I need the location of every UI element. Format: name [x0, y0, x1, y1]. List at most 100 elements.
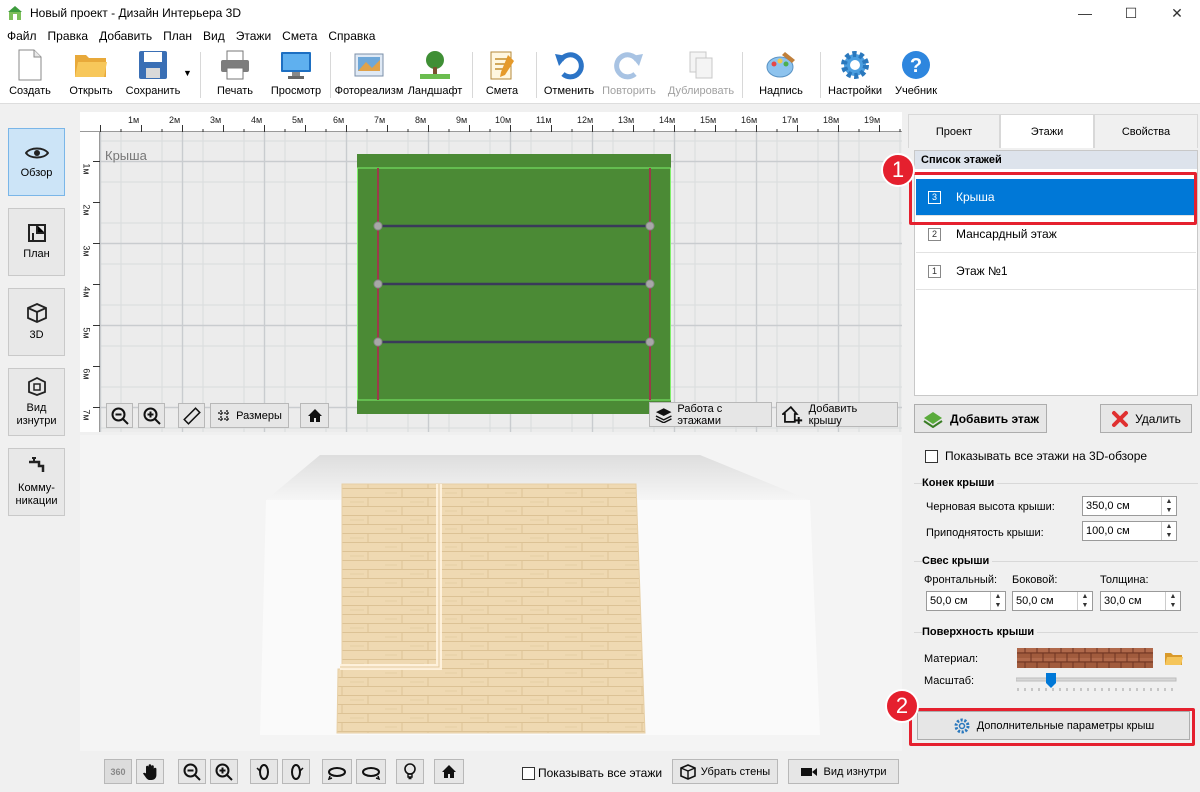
nav-3d[interactable]: 3D	[8, 288, 65, 356]
menu-floors[interactable]: Этажи	[231, 29, 277, 43]
thickness-input[interactable]: 30,0 см ▲ ▼	[1100, 591, 1181, 611]
rotate-left-button[interactable]	[250, 759, 278, 784]
roof-overhang-group: Свес крыши Фронтальный: Боковой: Толщина…	[914, 555, 1198, 623]
zoom-in-button[interactable]	[138, 403, 165, 428]
nav-inside-view[interactable]: Вид изнутри	[8, 368, 65, 436]
preview-button[interactable]: Просмотр	[270, 48, 322, 102]
tab-floors[interactable]: Этажи	[1000, 114, 1094, 148]
floors-work-button[interactable]: Работа с этажами	[649, 402, 772, 427]
zoom-out-3d-button[interactable]	[178, 759, 206, 784]
tilt-down-button[interactable]	[356, 759, 386, 784]
tilt-down-icon	[362, 766, 381, 780]
roof-plan[interactable]	[357, 154, 672, 416]
photoreal-button[interactable]: Фотореализм	[335, 48, 403, 102]
faucet-icon	[28, 457, 44, 472]
menu-help[interactable]: Справка	[323, 29, 381, 43]
floppy-icon	[139, 51, 167, 79]
ruler-left-tick: 2м	[81, 204, 92, 216]
redo-button[interactable]: Повторить	[602, 48, 656, 102]
close-button[interactable]: ✕	[1154, 0, 1200, 26]
tab-properties[interactable]: Свойства	[1094, 114, 1198, 148]
create-button[interactable]: Создать	[8, 48, 52, 102]
zoom-in-3d-button[interactable]	[210, 759, 238, 784]
settings-button[interactable]: Настройки	[826, 48, 884, 102]
menu-plan[interactable]: План	[158, 29, 198, 43]
minimize-button[interactable]: —	[1062, 0, 1108, 26]
undo-button[interactable]: Отменить	[543, 48, 595, 102]
zoom-out-button[interactable]	[106, 403, 133, 428]
label-button[interactable]: Надпись	[757, 48, 805, 102]
spinner-arrows-icon[interactable]: ▲ ▼	[1161, 497, 1176, 515]
menu-add[interactable]: Добавить	[94, 29, 158, 43]
toolbar: Создать Открыть Сохранить ▼ Печать Просм…	[0, 46, 1200, 104]
estimate-button[interactable]: Смета	[482, 48, 522, 102]
nav-communications[interactable]: Комму- никации	[8, 448, 65, 516]
save-dropdown-icon[interactable]: ▼	[183, 68, 192, 78]
roof-tile-material-swatch[interactable]	[1017, 648, 1153, 668]
rotate-360-button[interactable]: 360	[104, 759, 132, 784]
front-overhang-input[interactable]: 50,0 см ▲ ▼	[926, 591, 1006, 611]
inside-view-button[interactable]: Вид изнутри	[788, 759, 899, 784]
room-icon	[27, 376, 46, 396]
tilt-up-button[interactable]	[322, 759, 352, 784]
scale-slider[interactable]	[1016, 673, 1178, 697]
sizes-button[interactable]: Размеры	[210, 403, 289, 428]
view-3d[interactable]	[80, 435, 902, 751]
landscape-button[interactable]: Ландшафт	[408, 48, 462, 102]
menu-file[interactable]: Файл	[2, 29, 43, 43]
hand-icon	[143, 763, 157, 780]
save-label: Сохранить	[125, 85, 181, 97]
nav-plan[interactable]: План	[8, 208, 65, 276]
side-overhang-input[interactable]: 50,0 см ▲ ▼	[1012, 591, 1093, 611]
tutorial-button[interactable]: ? Учебник	[892, 48, 940, 102]
open-button[interactable]: Открыть	[66, 48, 116, 102]
ruler-top-tick: 19м	[864, 115, 881, 125]
remove-walls-button[interactable]: Убрать стены	[672, 759, 778, 784]
tab-project[interactable]: Проект	[908, 114, 1000, 148]
show-all-floors-3d-checkbox[interactable]	[925, 449, 938, 463]
thickness-label: Толщина:	[1100, 574, 1149, 586]
lighting-button[interactable]	[396, 759, 424, 784]
ruler-top-tick: 7м	[374, 115, 386, 125]
duplicate-button[interactable]: Дублировать	[668, 48, 734, 102]
plan-2d-view[interactable]: 1м 2м 3м 4м 5м 6м 7м 8м 9м 10м 11м 12м 1…	[80, 112, 902, 432]
folder-icon[interactable]	[1164, 651, 1184, 667]
nav-overview[interactable]: Обзор	[8, 128, 65, 196]
rough-height-input[interactable]: 350,0 см ▲ ▼	[1082, 496, 1177, 516]
rotate-right-button[interactable]	[282, 759, 310, 784]
pan-button[interactable]	[136, 759, 164, 784]
spinner-arrows-icon[interactable]: ▲ ▼	[1077, 592, 1092, 610]
save-button[interactable]: Сохранить	[124, 48, 182, 102]
menu-estimate[interactable]: Смета	[277, 29, 323, 43]
add-floor-button[interactable]: Добавить этаж	[914, 404, 1047, 433]
show-all-floors-toggle[interactable]: Показывать все этажи	[522, 766, 662, 780]
show-all-floors-checkbox[interactable]	[522, 766, 535, 780]
home-3d-button[interactable]	[434, 759, 464, 784]
spinner-arrows-icon[interactable]: ▲ ▼	[990, 592, 1005, 610]
print-label: Печать	[216, 85, 254, 97]
folder-icon	[75, 55, 107, 77]
spinner-arrows-icon[interactable]: ▲ ▼	[1165, 592, 1180, 610]
ruler-left-tick: 7м	[81, 409, 92, 421]
floor-name: Этаж №1	[956, 264, 1008, 278]
roof-elevation-input[interactable]: 100,0 см ▲ ▼	[1082, 521, 1177, 541]
scale-slider-thumb[interactable]	[1046, 673, 1056, 688]
delete-floor-button[interactable]: Удалить	[1100, 404, 1192, 433]
menu-view[interactable]: Вид	[198, 29, 231, 43]
maximize-button[interactable]: ☐	[1108, 0, 1154, 26]
roof-surface-group: Поверхность крыши Материал: Масштаб:	[914, 626, 1198, 704]
scale-label: Масштаб:	[924, 675, 975, 687]
add-floor-icon	[923, 411, 943, 428]
floor-item-first[interactable]: 1 Этаж №1	[916, 253, 1196, 290]
zoom-out-icon	[111, 407, 129, 425]
ruler-tool-button[interactable]	[178, 403, 205, 428]
menu-edit[interactable]: Правка	[43, 29, 95, 43]
print-button[interactable]: Печать	[212, 48, 258, 102]
show-all-floors-3d-toggle[interactable]: Показывать все этажи на 3D-обзоре	[925, 449, 1147, 463]
home-view-button[interactable]	[300, 403, 329, 428]
home-icon	[307, 409, 322, 422]
add-roof-button[interactable]: Добавить крышу	[776, 402, 898, 427]
ruler-top: 1м 2м 3м 4м 5м 6м 7м 8м 9м 10м 11м 12м 1…	[80, 112, 902, 132]
spinner-arrows-icon[interactable]: ▲ ▼	[1161, 522, 1176, 540]
rough-height-label: Черновая высота крыши:	[926, 501, 1055, 513]
